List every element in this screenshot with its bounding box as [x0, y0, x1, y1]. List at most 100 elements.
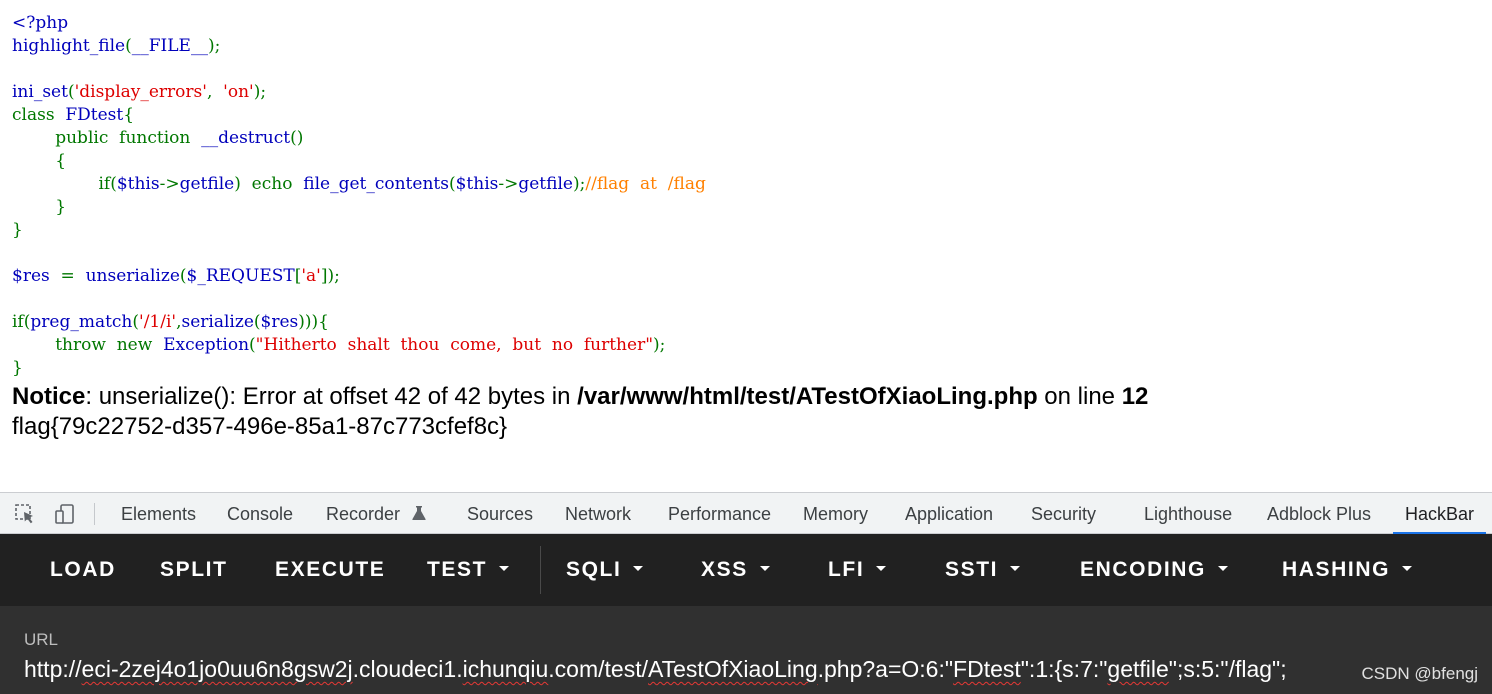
url-part: .com/test/: [548, 656, 648, 682]
code-line: class FDtest{: [12, 104, 706, 127]
hashing-label: HASHING: [1282, 558, 1391, 581]
dropdown-caret-icon: [1010, 565, 1021, 571]
code-token: (: [125, 36, 132, 56]
code-token: ))){: [298, 312, 329, 332]
code-token: getfile: [179, 174, 235, 194]
code-line: }: [12, 219, 706, 242]
code-token: }: [12, 197, 67, 217]
code-token: "Hitherto shalt thou come, but no furthe…: [255, 335, 654, 355]
code-token: (: [179, 266, 187, 286]
code-token: if(: [12, 174, 117, 194]
code-token: throw new: [12, 335, 164, 355]
code-token: ->: [498, 174, 519, 194]
load-label: LOAD: [50, 558, 116, 581]
url-part-misspelled: ichunqiu: [462, 656, 549, 682]
code-line: public function __destruct(): [12, 127, 706, 150]
split-button[interactable]: SPLIT: [160, 534, 228, 606]
code-token: unserialize: [85, 266, 180, 286]
code-token: ->: [159, 174, 180, 194]
code-token: );: [653, 335, 666, 355]
code-line: }: [12, 196, 706, 219]
code-token: $this: [116, 174, 160, 194]
dropdown-caret-icon: [1402, 565, 1413, 571]
code-token: serialize: [181, 312, 254, 332]
experiment-flask-icon: [412, 506, 426, 520]
code-token: {: [123, 105, 135, 125]
url-input[interactable]: http://eci-2zej4o1jo0uu6n8gsw2j.cloudeci…: [24, 656, 1287, 683]
toolbar-divider: [540, 546, 541, 594]
tab-adblock-plus[interactable]: Adblock Plus: [1267, 493, 1371, 533]
url-part: ";s:5:"/flag";: [1168, 656, 1287, 682]
dropdown-caret-icon: [499, 565, 510, 571]
notice-line-number: 12: [1121, 383, 1149, 410]
code-token: if(: [12, 312, 31, 332]
notice-file-path: /var/www/html/test/ATestOfXiaoLing.php: [577, 383, 1038, 410]
sqli-menu-button[interactable]: SQLI: [566, 534, 644, 606]
dropdown-caret-icon: [759, 565, 770, 571]
tab-recorder[interactable]: Recorder: [326, 493, 427, 533]
xss-menu-button[interactable]: XSS: [701, 534, 770, 606]
encoding-menu-button[interactable]: ENCODING: [1080, 534, 1228, 606]
code-token: highlight_file: [12, 36, 126, 56]
tab-network[interactable]: Network: [565, 493, 631, 533]
tab-security[interactable]: Security: [1031, 493, 1096, 533]
url-part: .cloudeci1.: [352, 656, 463, 682]
php-notice: Notice: unserialize(): Error at offset 4…: [12, 382, 1148, 411]
ssti-label: SSTI: [945, 558, 999, 581]
tab-recorder-label: Recorder: [326, 504, 401, 524]
code-token: 'display_errors': [74, 82, 207, 102]
tab-elements[interactable]: Elements: [121, 493, 196, 533]
tab-lighthouse[interactable]: Lighthouse: [1144, 493, 1232, 533]
url-part: http://: [24, 656, 82, 682]
dropdown-caret-icon: [876, 565, 887, 571]
hackbar-toolbar: LOAD SPLIT EXECUTE TEST SQLI XSS LFI SST…: [0, 534, 1492, 606]
code-token: //flag at /flag: [585, 174, 706, 194]
test-label: TEST: [427, 558, 488, 581]
execute-button[interactable]: EXECUTE: [275, 534, 385, 606]
load-button[interactable]: LOAD: [50, 534, 116, 606]
device-toolbar-icon[interactable]: [54, 503, 76, 525]
code-line: ini_set('display_errors', 'on');: [12, 81, 706, 104]
tab-memory[interactable]: Memory: [803, 493, 868, 533]
toolbar-divider: [94, 503, 95, 525]
code-token: );: [253, 82, 267, 102]
tab-hackbar[interactable]: HackBar: [1392, 493, 1487, 534]
page-content: <?php highlight_file(__FILE__); ini_set('d…: [0, 0, 1492, 492]
code-line: <?php: [12, 12, 706, 35]
code-token: ) echo: [234, 174, 304, 194]
url-field-label: URL: [24, 630, 59, 649]
php-source-code: <?php highlight_file(__FILE__); ini_set('d…: [12, 12, 706, 380]
code-token: $this: [455, 174, 499, 194]
select-element-icon[interactable]: [14, 503, 36, 525]
tab-application[interactable]: Application: [905, 493, 993, 533]
code-token: FDtest: [65, 105, 124, 125]
test-menu-button[interactable]: TEST: [427, 534, 510, 606]
code-token: file_get_contents: [303, 174, 449, 194]
dropdown-caret-icon: [1217, 565, 1228, 571]
code-token: 'on': [223, 82, 254, 102]
csdn-watermark: CSDN @bfengj: [1357, 664, 1478, 684]
tab-console[interactable]: Console: [227, 493, 293, 533]
code-line: }: [12, 357, 706, 380]
code-token: <?php: [12, 13, 69, 33]
hashing-menu-button[interactable]: HASHING: [1282, 534, 1413, 606]
execute-label: EXECUTE: [275, 558, 386, 581]
code-token: preg_match: [30, 312, 133, 332]
tab-performance[interactable]: Performance: [668, 493, 771, 533]
split-label: SPLIT: [160, 558, 228, 581]
url-part-misspelled: eci-2zej4o1jo0uu6n8gsw2j: [81, 656, 353, 682]
code-line: $res = unserialize($_REQUEST['a']);: [12, 265, 706, 288]
code-token: }: [12, 358, 23, 378]
lfi-menu-button[interactable]: LFI: [828, 534, 887, 606]
dropdown-caret-icon: [633, 565, 644, 571]
lfi-label: LFI: [828, 558, 865, 581]
code-token: );: [207, 36, 221, 56]
tab-sources[interactable]: Sources: [467, 493, 533, 533]
url-part-misspelled: FDtest: [953, 656, 1021, 682]
code-token: __FILE__: [131, 36, 208, 56]
ssti-menu-button[interactable]: SSTI: [945, 534, 1021, 606]
code-token: class: [12, 105, 66, 125]
code-token: (: [448, 174, 456, 194]
